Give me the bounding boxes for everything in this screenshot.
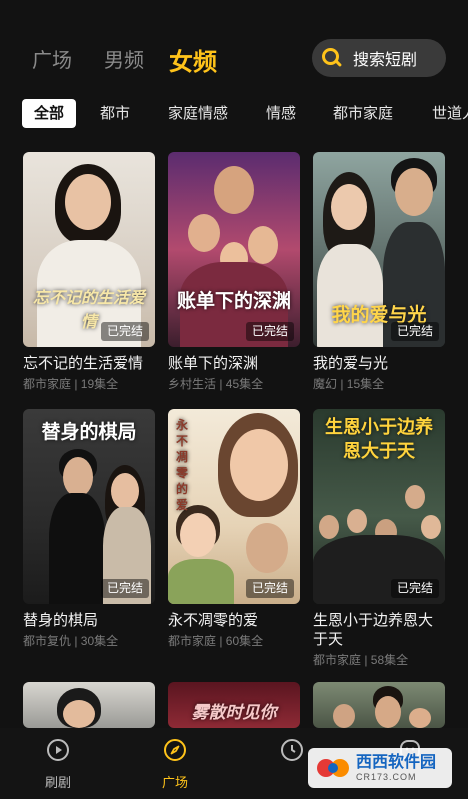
- drama-poster[interactable]: 替身的棋局 已完结: [23, 409, 155, 604]
- watermark-logo-icon: [316, 754, 350, 782]
- drama-title: 账单下的深渊: [168, 355, 259, 372]
- drama-meta: 都市家庭 | 58集全: [313, 653, 409, 667]
- drama-title: 替身的棋局: [23, 612, 99, 629]
- drama-meta: 都市家庭 | 19集全: [23, 377, 119, 391]
- status-badge: 已完结: [245, 579, 294, 598]
- drama-title: 我的爱与光: [313, 355, 389, 372]
- drama-card[interactable]: 生恩小于边养恩大于天 已完结 生恩小于边养恩大于天 都市家庭 | 58集全: [313, 409, 445, 668]
- drama-title: 忘不记的生活爱情: [23, 355, 144, 372]
- poster-title: 生恩小于边养恩大于天: [325, 417, 433, 461]
- status-badge: 已完结: [390, 322, 439, 341]
- tab-square[interactable]: 广场: [32, 44, 72, 73]
- category-family-emotion[interactable]: 家庭情感: [168, 99, 228, 128]
- top-header: 广场 男频 女频 搜索短剧: [0, 0, 468, 90]
- category-emotion[interactable]: 情感: [266, 99, 296, 128]
- search-box[interactable]: 搜索短剧: [312, 39, 446, 77]
- nav-label: 广场: [161, 775, 188, 790]
- drama-card[interactable]: 雾散时见你: [168, 682, 300, 728]
- search-placeholder: 搜索短剧: [353, 52, 418, 69]
- drama-poster[interactable]: 我的爱与光 已完结: [313, 152, 445, 347]
- drama-card[interactable]: 忘不记的生活爱情 已完结 忘不记的生活爱情 都市家庭 | 19集全: [23, 152, 155, 392]
- drama-card[interactable]: 账单下的深渊 已完结 账单下的深渊 乡村生活 | 45集全: [168, 152, 300, 392]
- search-icon: [321, 47, 343, 69]
- drama-poster[interactable]: 忘不记的生活爱情 已完结: [23, 152, 155, 347]
- poster-title: 替身的棋局: [41, 422, 137, 443]
- tab-female[interactable]: 女频: [169, 42, 217, 77]
- nav-item-drama[interactable]: 刷剧: [28, 738, 88, 791]
- drama-title: 永不凋零的爱: [168, 612, 259, 629]
- drama-title: 生恩小于边养恩大于天: [313, 612, 434, 648]
- nav-item-square[interactable]: 广场: [145, 738, 205, 791]
- drama-card[interactable]: 替身的棋局 已完结 替身的棋局 都市复仇 | 30集全: [23, 409, 155, 649]
- compass-icon: [163, 738, 187, 762]
- drama-meta: 魔幻 | 15集全: [313, 377, 385, 391]
- status-badge: 已完结: [245, 322, 294, 341]
- drama-card[interactable]: [23, 682, 155, 728]
- drama-poster[interactable]: 生恩小于边养恩大于天 已完结: [313, 409, 445, 604]
- category-bar: 全部 都市 家庭情感 情感 都市家庭 世道人心: [0, 99, 468, 129]
- category-city[interactable]: 都市: [100, 99, 130, 128]
- drama-meta: 都市家庭 | 60集全: [168, 634, 264, 648]
- drama-poster[interactable]: 账单下的深渊 已完结: [168, 152, 300, 347]
- drama-poster[interactable]: [23, 682, 155, 728]
- status-badge: 已完结: [100, 579, 149, 598]
- watermark-text: 西西软件园: [356, 754, 437, 771]
- watermark: 西西软件园 CR173.COM: [308, 748, 452, 788]
- drama-meta: 都市复仇 | 30集全: [23, 634, 119, 648]
- poster-title: 账单下的深渊: [176, 291, 291, 312]
- history-icon: [280, 738, 304, 762]
- drama-poster[interactable]: 永不凋零的爱 已完结: [168, 409, 300, 604]
- status-badge: 已完结: [100, 322, 149, 341]
- status-badge: 已完结: [390, 579, 439, 598]
- category-world[interactable]: 世道人心: [432, 99, 468, 128]
- drama-card[interactable]: 永不凋零的爱 已完结 永不凋零的爱 都市家庭 | 60集全: [168, 409, 300, 649]
- watermark-subtext: CR173.COM: [356, 772, 417, 782]
- category-urban-family[interactable]: 都市家庭: [333, 99, 393, 128]
- tab-male[interactable]: 男频: [104, 44, 144, 73]
- drama-poster[interactable]: 雾散时见你: [168, 682, 300, 728]
- drama-card[interactable]: 我的爱与光 已完结 我的爱与光 魔幻 | 15集全: [313, 152, 445, 392]
- poster-title: 雾散时见你: [191, 703, 277, 722]
- category-all[interactable]: 全部: [22, 99, 77, 128]
- drama-poster[interactable]: [313, 682, 445, 728]
- play-circle-icon: [46, 738, 70, 762]
- poster-title: 永不凋零的爱: [175, 418, 188, 512]
- drama-meta: 乡村生活 | 45集全: [168, 377, 264, 391]
- nav-label: 刷剧: [44, 775, 71, 790]
- drama-card[interactable]: [313, 682, 445, 728]
